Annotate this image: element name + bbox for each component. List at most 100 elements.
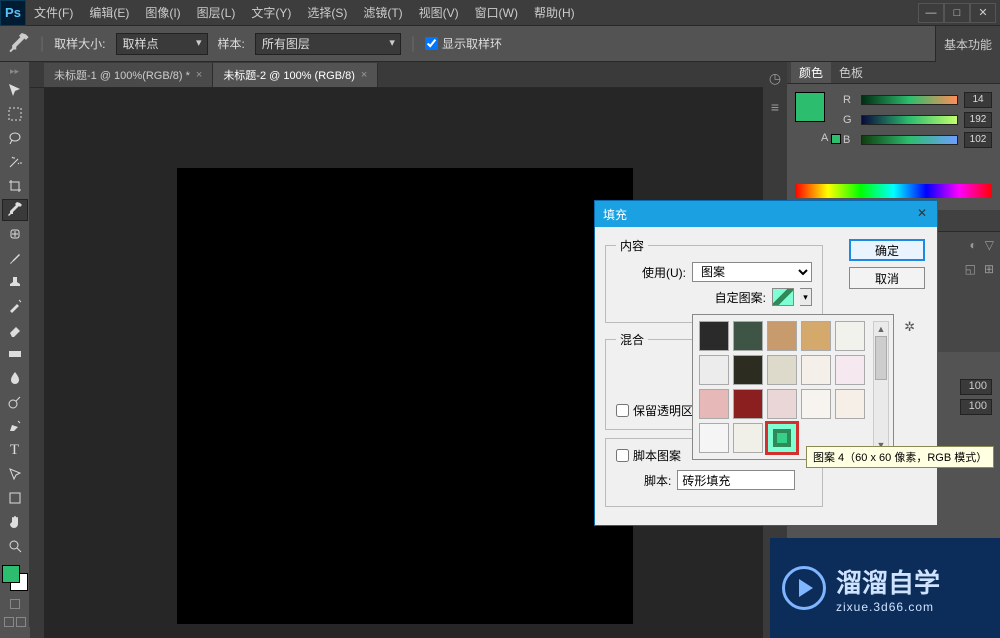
pattern-cell-selected[interactable] xyxy=(767,423,797,453)
menu-file[interactable]: 文件(F) xyxy=(26,4,81,21)
pattern-cell[interactable] xyxy=(733,355,763,385)
picker-scrollbar[interactable]: ▲ ▼ xyxy=(873,321,889,453)
menu-type[interactable]: 文字(Y) xyxy=(243,4,299,21)
menu-layer[interactable]: 图层(L) xyxy=(189,4,244,21)
scroll-thumb[interactable] xyxy=(875,336,887,380)
pattern-cell[interactable] xyxy=(699,423,729,453)
pattern-dropdown-icon[interactable]: ▾ xyxy=(800,288,812,306)
g-slider[interactable] xyxy=(861,115,958,125)
stamp-tool[interactable] xyxy=(2,271,28,293)
adj-icon-1[interactable]: ◐ xyxy=(970,238,977,252)
eyedropper-tool[interactable] xyxy=(2,199,28,221)
pattern-cell[interactable] xyxy=(801,389,831,419)
window-minimize[interactable]: — xyxy=(918,3,944,23)
pattern-cell[interactable] xyxy=(699,321,729,351)
screenmode-toggle[interactable] xyxy=(4,617,26,627)
r-value[interactable]: 14 xyxy=(964,92,992,108)
tab-color[interactable]: 颜色 xyxy=(791,62,831,83)
pattern-cell[interactable] xyxy=(801,321,831,351)
type-tool[interactable]: T xyxy=(2,439,28,461)
pen-tool[interactable] xyxy=(2,415,28,437)
color-mini-swatch[interactable] xyxy=(831,134,841,144)
pattern-cell[interactable] xyxy=(733,321,763,351)
sample-select[interactable]: 所有图层 xyxy=(255,33,401,55)
pattern-cell[interactable] xyxy=(699,389,729,419)
brush-tool[interactable] xyxy=(2,247,28,269)
pattern-cell[interactable] xyxy=(835,321,865,351)
adj-icon-2[interactable]: ▽ xyxy=(985,238,994,252)
menu-help[interactable]: 帮助(H) xyxy=(526,4,583,21)
adj-icon-3[interactable]: ◱ xyxy=(965,262,976,276)
menu-edit[interactable]: 编辑(E) xyxy=(81,4,137,21)
properties-icon[interactable]: ≡ xyxy=(771,99,779,115)
close-icon[interactable]: × xyxy=(196,69,202,81)
r-slider[interactable] xyxy=(861,95,958,105)
blur-tool[interactable] xyxy=(2,367,28,389)
gradient-tool[interactable] xyxy=(2,343,28,365)
history-icon[interactable]: ◷ xyxy=(769,70,781,87)
hue-strip[interactable] xyxy=(795,184,992,198)
color-preview[interactable] xyxy=(795,92,825,122)
sample-size-select[interactable]: 取样点 xyxy=(116,33,208,55)
show-ring-checkbox[interactable]: 显示取样环 xyxy=(425,35,502,52)
show-ring-input[interactable] xyxy=(425,37,438,50)
window-maximize[interactable]: □ xyxy=(944,3,970,23)
pattern-cell[interactable] xyxy=(767,355,797,385)
g-value[interactable]: 192 xyxy=(964,112,992,128)
shape-tool[interactable] xyxy=(2,487,28,509)
fg-color-swatch[interactable] xyxy=(2,565,20,583)
crop-tool[interactable] xyxy=(2,175,28,197)
menu-window[interactable]: 窗口(W) xyxy=(467,4,526,21)
pattern-cell[interactable] xyxy=(835,389,865,419)
pattern-cell[interactable] xyxy=(801,355,831,385)
b-slider[interactable] xyxy=(861,135,958,145)
menu-filter[interactable]: 滤镜(T) xyxy=(355,4,410,21)
workspace-switcher[interactable]: 基本功能 xyxy=(935,26,1000,62)
pattern-cell[interactable] xyxy=(733,389,763,419)
g-label: G xyxy=(843,114,855,126)
ok-button[interactable]: 确定 xyxy=(849,239,925,261)
pattern-cell[interactable] xyxy=(733,423,763,453)
script-checkbox[interactable] xyxy=(616,449,629,462)
menu-image[interactable]: 图像(I) xyxy=(137,4,188,21)
path-select-tool[interactable] xyxy=(2,463,28,485)
document-tab-1[interactable]: 未标题-1 @ 100%(RGB/8) * × xyxy=(44,63,213,87)
color-swatches[interactable] xyxy=(2,565,28,591)
opacity-value[interactable]: 100 xyxy=(960,379,992,395)
history-brush-tool[interactable] xyxy=(2,295,28,317)
adj-icon-4[interactable]: ⊞ xyxy=(984,262,994,276)
pattern-swatch[interactable] xyxy=(772,288,794,306)
dodge-tool[interactable] xyxy=(2,391,28,413)
close-icon[interactable]: × xyxy=(361,69,367,81)
window-close[interactable]: ✕ xyxy=(970,3,996,23)
pattern-cell[interactable] xyxy=(767,321,797,351)
hand-tool[interactable] xyxy=(2,511,28,533)
wand-tool[interactable] xyxy=(2,151,28,173)
scroll-up-icon[interactable]: ▲ xyxy=(874,322,888,336)
play-icon[interactable] xyxy=(782,566,826,610)
use-select[interactable]: 图案 xyxy=(692,262,812,282)
dialog-titlebar[interactable]: 填充 ✕ xyxy=(595,201,937,227)
script-input[interactable] xyxy=(677,470,795,490)
document-tab-2[interactable]: 未标题-2 @ 100% (RGB/8) × xyxy=(213,63,378,87)
quickmask-toggle[interactable] xyxy=(10,599,20,609)
b-value[interactable]: 102 xyxy=(964,132,992,148)
healing-tool[interactable] xyxy=(2,223,28,245)
cancel-button[interactable]: 取消 xyxy=(849,267,925,289)
document-canvas[interactable] xyxy=(177,168,633,624)
pattern-cell[interactable] xyxy=(767,389,797,419)
pattern-cell[interactable] xyxy=(699,355,729,385)
move-tool[interactable] xyxy=(2,79,28,101)
menu-select[interactable]: 选择(S) xyxy=(299,4,355,21)
preserve-checkbox[interactable] xyxy=(616,404,629,417)
marquee-tool[interactable] xyxy=(2,103,28,125)
menu-view[interactable]: 视图(V) xyxy=(411,4,467,21)
tab-swatches[interactable]: 色板 xyxy=(831,62,871,83)
zoom-tool[interactable] xyxy=(2,535,28,557)
gear-icon[interactable]: ✲ xyxy=(904,319,915,335)
fill-value[interactable]: 100 xyxy=(960,399,992,415)
dialog-close-icon[interactable]: ✕ xyxy=(913,204,931,222)
lasso-tool[interactable] xyxy=(2,127,28,149)
eraser-tool[interactable] xyxy=(2,319,28,341)
pattern-cell[interactable] xyxy=(835,355,865,385)
